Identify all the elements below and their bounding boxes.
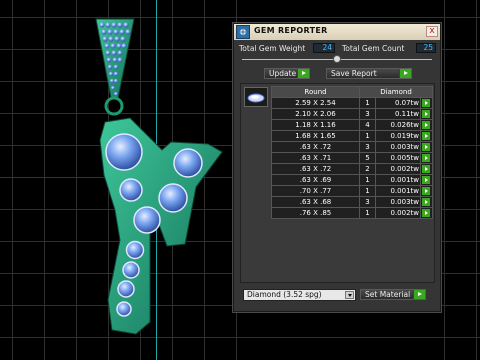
gem-reporter-panel: GEM REPORTER x Total Gem Weight 24 Total… xyxy=(233,23,441,312)
gem-weight: 0.001tw xyxy=(375,185,421,197)
row-action[interactable] xyxy=(420,152,433,164)
set-material-button-label: Set Material xyxy=(365,290,411,299)
play-arrow-icon xyxy=(399,69,411,78)
slider-handle[interactable] xyxy=(333,55,341,63)
table-row[interactable]: 2.59 X 2.54 1 0.07tw xyxy=(271,97,433,109)
play-arrow-icon xyxy=(422,209,430,217)
row-action[interactable] xyxy=(420,97,433,109)
table-row[interactable]: .63 X .72 2 0.002tw xyxy=(271,163,433,175)
close-icon[interactable]: x xyxy=(426,26,438,37)
dropdown-caret-icon[interactable] xyxy=(345,291,354,299)
bail-ring xyxy=(104,96,124,116)
gem-count: 1 xyxy=(359,97,376,109)
material-dropdown-value: Diamond (3.52 spg) xyxy=(247,290,322,299)
save-report-button-label: Save Report xyxy=(331,69,377,78)
gem-size: .70 X .77 xyxy=(271,185,360,197)
row-action[interactable] xyxy=(420,185,433,197)
gem-size: 1.68 X 1.65 xyxy=(271,130,360,142)
row-action[interactable] xyxy=(420,207,433,219)
gem-weight: 0.019tw xyxy=(375,130,421,142)
set-material-button[interactable]: Set Material xyxy=(360,289,426,300)
gem-count: 1 xyxy=(359,185,376,197)
row-action[interactable] xyxy=(420,119,433,131)
gem-weight: 0.002tw xyxy=(375,163,421,175)
play-arrow-icon xyxy=(413,290,425,299)
play-arrow-icon xyxy=(422,143,430,151)
update-button[interactable]: Update xyxy=(264,68,310,79)
gem-count: 3 xyxy=(359,196,376,208)
save-report-button[interactable]: Save Report xyxy=(326,68,412,79)
gem-thumbnail-icon[interactable] xyxy=(244,87,268,107)
table-row[interactable]: .63 X .68 3 0.003tw xyxy=(271,196,433,208)
gem-weight: 0.07tw xyxy=(375,97,421,109)
row-action[interactable] xyxy=(420,108,433,120)
row-action[interactable] xyxy=(420,130,433,142)
row-action[interactable] xyxy=(420,163,433,175)
table-row[interactable]: .63 X .69 1 0.001tw xyxy=(271,174,433,186)
total-weight-label: Total Gem Weight xyxy=(239,44,306,53)
table-row[interactable]: .76 X .85 1 0.002tw xyxy=(271,207,433,219)
panel-titlebar[interactable]: GEM REPORTER x xyxy=(234,24,440,40)
column-header: Diamond xyxy=(359,86,433,98)
row-action[interactable] xyxy=(420,196,433,208)
gem-size: .63 X .72 xyxy=(271,141,360,153)
gem-size: .63 X .71 xyxy=(271,152,360,164)
gem-count: 3 xyxy=(359,141,376,153)
gem-size: .63 X .68 xyxy=(271,196,360,208)
gem-list-area: Round Diamond 2.59 X 2.54 1 0.07tw 2.10 … xyxy=(240,83,435,283)
total-weight-value: 24 xyxy=(313,43,335,53)
gem-weight: 0.001tw xyxy=(375,174,421,186)
total-count-label: Total Gem Count xyxy=(342,44,405,53)
table-row[interactable]: 2.10 X 2.06 3 0.11tw xyxy=(271,108,433,120)
gem-weight: 0.003tw xyxy=(375,196,421,208)
play-arrow-icon xyxy=(422,176,430,184)
gem-size: .76 X .85 xyxy=(271,207,360,219)
gem-count: 5 xyxy=(359,152,376,164)
gem-size: 1.18 X 1.16 xyxy=(271,119,360,131)
gem-weight: 0.026tw xyxy=(375,119,421,131)
play-arrow-icon xyxy=(422,99,430,107)
table-row[interactable]: 1.68 X 1.65 1 0.019tw xyxy=(271,130,433,142)
total-count-value: 25 xyxy=(416,43,436,53)
play-arrow-icon xyxy=(422,121,430,129)
play-arrow-icon xyxy=(422,165,430,173)
gem-table: Round Diamond 2.59 X 2.54 1 0.07tw 2.10 … xyxy=(271,86,433,219)
play-arrow-icon xyxy=(422,132,430,140)
table-row[interactable]: .63 X .72 3 0.003tw xyxy=(271,141,433,153)
gem-count: 1 xyxy=(359,130,376,142)
row-action[interactable] xyxy=(420,174,433,186)
gem-count: 1 xyxy=(359,174,376,186)
gem-size: .63 X .69 xyxy=(271,174,360,186)
gem-count: 3 xyxy=(359,108,376,120)
table-row[interactable]: .63 X .71 5 0.005tw xyxy=(271,152,433,164)
gem-count: 1 xyxy=(359,207,376,219)
table-row[interactable]: .70 X .77 1 0.001tw xyxy=(271,185,433,197)
gem-size: 2.10 X 2.06 xyxy=(271,108,360,120)
column-header: Round xyxy=(271,86,360,98)
table-row[interactable]: 1.18 X 1.16 4 0.026tw xyxy=(271,119,433,131)
panel-title: GEM REPORTER xyxy=(254,26,328,35)
gem-weight: 0.002tw xyxy=(375,207,421,219)
play-arrow-icon xyxy=(422,110,430,118)
gem-size: .63 X .72 xyxy=(271,163,360,175)
play-arrow-icon xyxy=(422,198,430,206)
gem-weight: 0.003tw xyxy=(375,141,421,153)
row-action[interactable] xyxy=(420,141,433,153)
play-arrow-icon xyxy=(422,187,430,195)
play-arrow-icon xyxy=(297,69,309,78)
gem-weight: 0.005tw xyxy=(375,152,421,164)
app-icon xyxy=(236,25,250,39)
table-header-row: Round Diamond xyxy=(271,86,433,98)
gem-count: 2 xyxy=(359,163,376,175)
material-dropdown[interactable]: Diamond (3.52 spg) xyxy=(243,289,356,301)
gem-size: 2.59 X 2.54 xyxy=(271,97,360,109)
play-arrow-icon xyxy=(422,154,430,162)
gem-weight: 0.11tw xyxy=(375,108,421,120)
gem-count: 4 xyxy=(359,119,376,131)
update-button-label: Update xyxy=(269,69,297,78)
